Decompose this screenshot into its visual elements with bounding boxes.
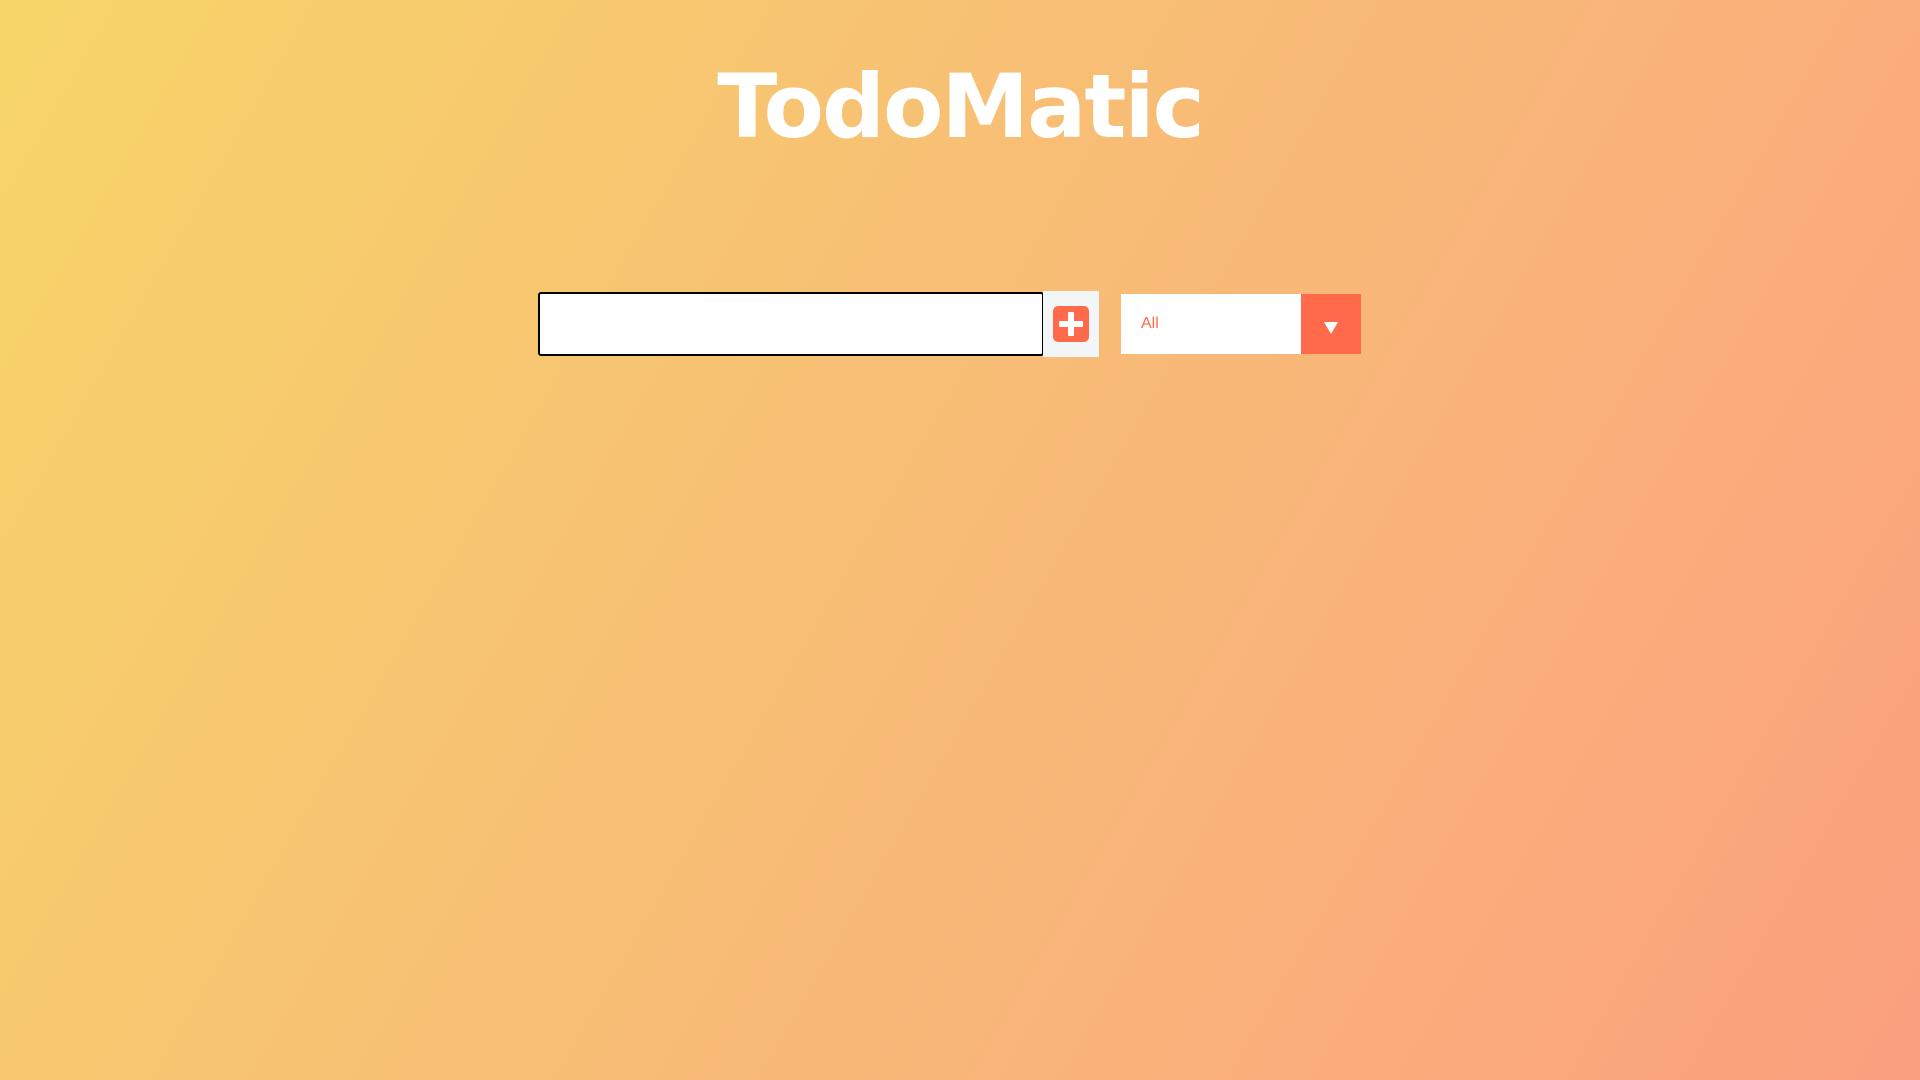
add-todo-button[interactable] <box>1043 291 1099 357</box>
app-title: TodoMatic <box>717 55 1205 158</box>
filter-select[interactable]: All <box>1121 294 1361 354</box>
filter-selected-value: All <box>1121 294 1301 354</box>
new-todo-form <box>538 291 1099 357</box>
plus-square-icon <box>1053 306 1089 342</box>
filter-dropdown-toggle[interactable] <box>1301 294 1361 354</box>
chevron-down-icon <box>1324 322 1338 334</box>
new-todo-input[interactable] <box>538 292 1044 356</box>
